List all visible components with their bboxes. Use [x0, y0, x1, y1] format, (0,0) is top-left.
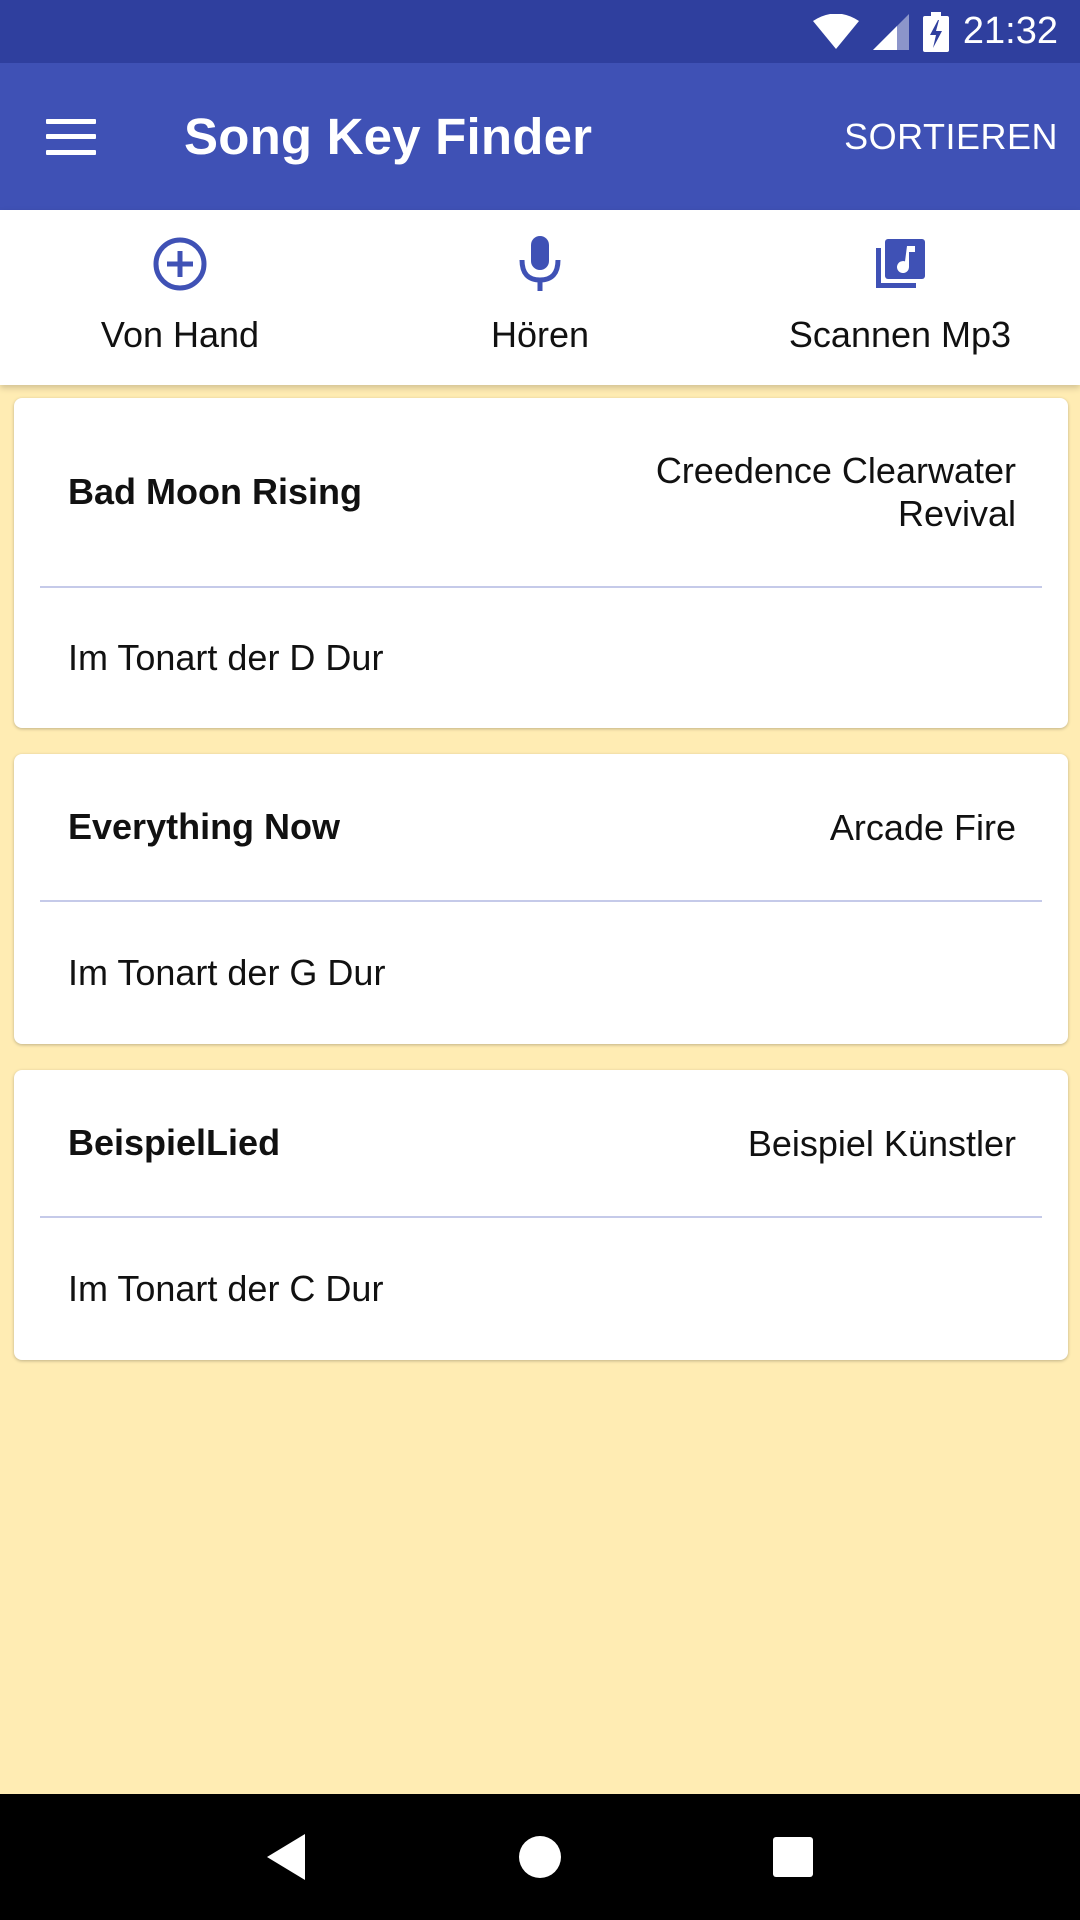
recents-button[interactable] — [763, 1827, 823, 1887]
music-library-icon — [870, 234, 930, 294]
song-key: Im Tonart der D Dur — [68, 637, 384, 678]
recents-icon — [773, 1837, 814, 1877]
manual-entry-button[interactable]: Von Hand — [0, 210, 360, 385]
signal-icon — [872, 13, 909, 50]
song-key: Im Tonart der G Dur — [68, 952, 386, 993]
battery-charging-icon — [922, 11, 949, 52]
microphone-icon — [510, 234, 570, 294]
listen-button[interactable]: Hören — [360, 210, 720, 385]
song-title: Everything Now — [68, 806, 341, 847]
song-title: Bad Moon Rising — [68, 471, 362, 512]
song-header: Bad Moon Rising Creedence Clearwater Rev… — [14, 398, 1068, 586]
status-bar: 21:32 — [0, 0, 1080, 63]
song-artist-line2: Revival — [897, 493, 1016, 534]
home-button[interactable] — [510, 1827, 570, 1887]
song-title: BeispielLied — [68, 1122, 281, 1163]
song-card[interactable]: BeispielLied Beispiel Künstler Im Tonart… — [14, 1070, 1068, 1360]
song-artist: Arcade Fire — [830, 806, 1016, 849]
status-time: 21:32 — [962, 10, 1058, 52]
add-circle-icon — [150, 234, 210, 294]
song-header: BeispielLied Beispiel Künstler — [14, 1070, 1068, 1216]
scan-mp3-label: Scannen Mp3 — [788, 314, 1012, 355]
sort-button[interactable]: SORTIEREN — [844, 116, 1058, 158]
action-bar: Von Hand Hören Scannen Mp3 — [0, 210, 1080, 385]
navigation-bar — [0, 1794, 1080, 1920]
song-key: Im Tonart der C Dur — [68, 1268, 384, 1309]
song-list: Bad Moon Rising Creedence Clearwater Rev… — [14, 398, 1068, 1386]
song-artist-line1: Beispiel Künstler — [747, 1122, 1016, 1164]
menu-icon — [46, 118, 96, 155]
song-card[interactable]: Bad Moon Rising Creedence Clearwater Rev… — [14, 398, 1068, 728]
menu-button[interactable] — [0, 63, 146, 210]
scan-mp3-button[interactable]: Scannen Mp3 — [720, 210, 1080, 385]
app-title: Song Key Finder — [184, 108, 593, 165]
listen-label: Hören — [490, 314, 590, 355]
song-artist-line1: Creedence Clearwater — [655, 450, 1016, 491]
back-button[interactable] — [257, 1827, 317, 1887]
app-bar: Song Key Finder SORTIEREN — [0, 63, 1080, 210]
screen: 21:32 Song Key Finder SORTIEREN Von Hand… — [0, 0, 1080, 1920]
song-header: Everything Now Arcade Fire — [14, 754, 1068, 900]
manual-entry-label: Von Hand — [100, 314, 260, 355]
song-card[interactable]: Everything Now Arcade Fire Im Tonart der… — [14, 754, 1068, 1044]
wifi-icon — [812, 13, 859, 50]
song-artist: Creedence Clearwater Revival — [656, 449, 1016, 535]
home-icon — [518, 1836, 561, 1878]
back-icon — [266, 1834, 305, 1880]
song-artist-line1: Arcade Fire — [829, 806, 1016, 848]
song-artist: Beispiel Künstler — [748, 1122, 1016, 1165]
